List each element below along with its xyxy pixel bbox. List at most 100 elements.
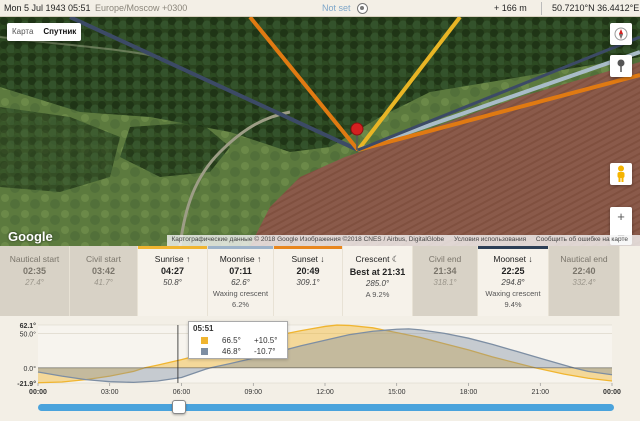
altitude-chart[interactable]: 62.1° 50.0° 0.0° -21.9° 00:00 03:00 06:00 09:00… — [0, 316, 640, 406]
x-tick-label: 03:00 — [101, 389, 119, 396]
notset-label[interactable]: Not set — [322, 3, 351, 13]
event-detail: A 9.2% — [365, 290, 390, 299]
event-azimuth: 294.8° — [501, 278, 525, 287]
divider — [541, 2, 542, 15]
x-tick-label: 09:00 — [244, 389, 262, 396]
datetime-label[interactable]: Mon 5 Jul 1943 05:51 — [4, 3, 91, 13]
map-type-toggle: Карта Спутник — [7, 23, 82, 41]
sun-azimuth: 66.5° — [222, 336, 241, 345]
event-azimuth: 332.4° — [572, 278, 596, 287]
event-time: 07:11 — [229, 266, 252, 276]
elevation-label: + 166 m — [494, 3, 527, 13]
event-color-bar — [208, 246, 273, 249]
event-color-bar — [0, 246, 69, 249]
event-7[interactable]: Moonset ↓ 22:25 294.8° Waxing crescent 9.4% — [478, 246, 549, 316]
event-name: Nautical end — [560, 254, 608, 264]
coordinates-label[interactable]: 50.7210°N 36.4412°E — [552, 3, 639, 13]
tooltip-sun-row: 66.5° +10.5° — [189, 335, 287, 346]
x-tick-label: 12:00 — [316, 389, 334, 396]
event-time: 20:49 — [296, 266, 320, 276]
x-tick-label: 15:00 — [388, 389, 406, 396]
report-error-link[interactable]: Сообщить об ошибке на карте — [536, 236, 628, 243]
event-time: 02:35 — [22, 266, 47, 276]
moon-swatch — [201, 348, 208, 355]
event-azimuth: 285.0° — [365, 279, 390, 288]
map-view[interactable]: Карта Спутник + − Google Картографически… — [0, 17, 640, 246]
event-azimuth: 50.8° — [163, 278, 182, 287]
event-name: Sunset ↓ — [291, 254, 325, 264]
x-tick-label: 00:00 — [29, 389, 47, 396]
y-tick-label: 0.0° — [23, 365, 36, 373]
event-color-bar — [274, 246, 342, 249]
tooltip-moon-row: 46.8° -10.7° — [189, 346, 287, 357]
event-3[interactable]: Moonrise ↑ 07:11 62.6° Waxing crescent 6.2% — [208, 246, 274, 316]
event-color-bar — [478, 246, 548, 249]
event-8[interactable]: Nautical end 22:40 332.4° — [549, 246, 620, 316]
sun-swatch — [201, 337, 208, 344]
x-tick-label: 21:00 — [531, 389, 549, 396]
map-type-map-button[interactable]: Карта — [7, 23, 38, 41]
y-tick-label: -21.9° — [17, 380, 36, 388]
event-azimuth: 27.4° — [25, 278, 44, 287]
x-tick-label: 06:00 — [173, 389, 191, 396]
events-row: Nautical start 02:35 27.4° Civil start 03:42… — [0, 246, 640, 316]
attribution-text: Картографические данные © 2018 Google Из… — [171, 236, 445, 243]
google-logo: Google — [8, 229, 53, 244]
chart-tooltip: 05:51 66.5° +10.5° 46.8° -10.7° — [188, 321, 288, 359]
top-bar: Mon 5 Jul 1943 05:51 Europe/Moscow +0300… — [0, 0, 640, 17]
event-time: 04:27 — [160, 266, 185, 276]
time-slider-track[interactable] — [38, 404, 614, 411]
event-azimuth: 62.6° — [231, 278, 250, 287]
pin-icon[interactable] — [610, 55, 632, 77]
satellite-imagery — [0, 17, 640, 246]
event-azimuth: 318.1° — [433, 278, 457, 287]
event-color-bar — [70, 246, 137, 249]
event-color-bar — [138, 246, 207, 249]
timezone-label[interactable]: Europe/Moscow +0300 — [95, 3, 187, 13]
sun-altitude: +10.5° — [254, 336, 278, 345]
event-color-bar — [343, 246, 412, 249]
event-name: Civil start — [86, 254, 121, 264]
event-detail-2: 6.2% — [231, 300, 250, 309]
radio-toggle-icon[interactable] — [357, 3, 368, 14]
event-detail: Waxing crescent — [485, 289, 541, 298]
y-tick-label: 62.1° — [20, 322, 37, 330]
event-5[interactable]: Crescent ☾ Best at 21:31 285.0° A 9.2% — [343, 246, 413, 316]
x-tick-label: 18:00 — [460, 389, 478, 396]
event-azimuth: 41.7° — [94, 278, 113, 287]
event-time: 21:34 — [433, 266, 457, 276]
event-time: 03:42 — [91, 266, 116, 276]
event-0[interactable]: Nautical start 02:35 27.4° — [0, 246, 70, 316]
event-name: Nautical start — [9, 254, 60, 264]
event-azimuth: 309.1° — [296, 278, 320, 287]
event-color-bar — [549, 246, 619, 249]
x-tick-label: 00:00 — [603, 389, 621, 396]
altitude-chart-svg: 62.1°50.0°0.0°-21.9°00:00 03:00 06:00 09:00… — [17, 322, 621, 396]
terms-link[interactable]: Условия использования — [454, 236, 526, 243]
event-4[interactable]: Sunset ↓ 20:49 309.1° — [274, 246, 343, 316]
street-view-pegman-icon[interactable] — [610, 163, 632, 185]
moon-azimuth: 46.8° — [222, 347, 241, 356]
compass-icon[interactable] — [610, 23, 632, 45]
tooltip-time: 05:51 — [193, 324, 214, 333]
time-slider-thumb[interactable] — [171, 400, 186, 414]
event-6[interactable]: Civil end 21:34 318.1° — [413, 246, 478, 316]
event-time: 22:40 — [572, 266, 596, 276]
map-type-satellite-button[interactable]: Спутник — [38, 23, 81, 41]
event-name: Crescent ☾ — [355, 254, 400, 264]
event-detail: Waxing crescent — [212, 289, 269, 298]
zoom-in-button[interactable]: + — [610, 207, 632, 226]
moon-altitude: -10.7° — [254, 347, 276, 356]
event-color-bar — [413, 246, 477, 249]
event-name: Moonrise ↑ — [219, 254, 262, 264]
y-tick-label: 50.0° — [20, 330, 37, 338]
event-1[interactable]: Civil start 03:42 41.7° — [70, 246, 138, 316]
event-time: 22:25 — [501, 266, 525, 276]
event-time: Best at 21:31 — [349, 267, 406, 277]
event-name: Civil end — [428, 254, 462, 264]
event-2[interactable]: Sunrise ↑ 04:27 50.8° — [138, 246, 208, 316]
map-attribution: Картографические данные © 2018 Google Из… — [167, 235, 640, 246]
event-name: Moonset ↓ — [493, 254, 533, 264]
event-detail-2: 9.4% — [504, 300, 522, 309]
event-name: Sunrise ↑ — [154, 254, 191, 264]
